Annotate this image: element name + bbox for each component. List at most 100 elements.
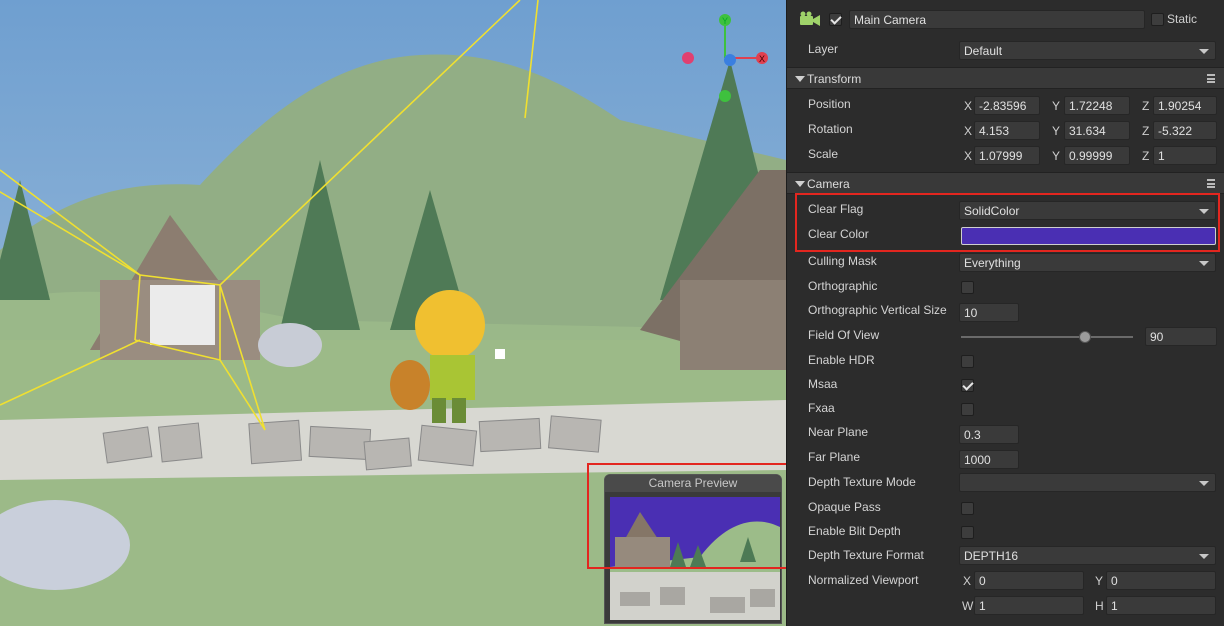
node-header: Main Camera Static: [787, 8, 1224, 32]
chevron-down-icon: [1199, 49, 1209, 54]
camera-title: Camera: [807, 177, 850, 191]
viewport-x-input[interactable]: 0: [974, 571, 1084, 590]
scene-viewport[interactable]: Y X Camera Preview: [0, 0, 786, 626]
scale-x-input[interactable]: 1.07999: [974, 146, 1040, 165]
viewport-label: Normalized Viewport: [808, 573, 919, 587]
position-x-input[interactable]: -2.83596: [974, 96, 1040, 115]
node-enabled-checkbox[interactable]: [829, 13, 842, 26]
culling-mask-value: Everything: [964, 256, 1021, 270]
depth-format-label: Depth Texture Format: [808, 548, 924, 562]
rotation-row: Rotation X 4.153 Y 31.634 Z -5.322: [787, 118, 1224, 142]
clear-flag-row: Clear Flag SolidColor: [787, 198, 1224, 222]
scale-y-input[interactable]: 0.99999: [1064, 146, 1130, 165]
orthographic-checkbox[interactable]: [961, 281, 974, 294]
position-label: Position: [808, 97, 851, 111]
transform-menu-icon[interactable]: [1207, 74, 1215, 83]
depth-format-dropdown[interactable]: DEPTH16: [959, 546, 1216, 565]
node-name-input[interactable]: Main Camera: [849, 10, 1145, 29]
culling-mask-dropdown[interactable]: Everything: [959, 253, 1216, 272]
layer-label: Layer: [808, 42, 839, 56]
chevron-down-icon: [1199, 481, 1209, 486]
opaque-pass-checkbox[interactable]: [961, 502, 974, 515]
position-y-input[interactable]: 1.72248: [1064, 96, 1130, 115]
hdr-row: Enable HDR: [787, 349, 1224, 373]
rotation-y-label: Y: [1052, 124, 1061, 138]
svg-text:Y: Y: [722, 16, 728, 26]
inspector-panel: Main Camera Static Layer Default Transfo…: [786, 0, 1224, 626]
layer-value: Default: [964, 44, 1003, 58]
viewport-h-label: H: [1095, 599, 1104, 613]
culling-mask-label: Culling Mask: [808, 254, 877, 268]
chevron-down-icon: [1199, 209, 1209, 214]
far-plane-input[interactable]: 1000: [959, 450, 1019, 469]
culling-mask-row: Culling Mask Everything: [787, 250, 1224, 274]
static-checkbox[interactable]: [1151, 13, 1164, 26]
hdr-label: Enable HDR: [808, 353, 875, 367]
far-plane-row: Far Plane 1000: [787, 446, 1224, 470]
orthographic-row: Orthographic: [787, 275, 1224, 299]
clear-flag-label: Clear Flag: [808, 202, 864, 216]
viewport-h-input[interactable]: 1: [1106, 596, 1216, 615]
rotation-x-label: X: [964, 124, 973, 138]
position-z-input[interactable]: 1.90254: [1153, 96, 1217, 115]
fov-slider-handle[interactable]: [1078, 331, 1091, 343]
collapse-triangle-icon: [795, 76, 805, 82]
viewport-y-label: Y: [1095, 574, 1104, 588]
fov-label: Field Of View: [808, 328, 880, 342]
fxaa-checkbox[interactable]: [961, 403, 974, 416]
layer-dropdown[interactable]: Default: [959, 41, 1216, 60]
blit-depth-checkbox[interactable]: [961, 526, 974, 539]
camera-section-header[interactable]: Camera: [787, 172, 1224, 194]
msaa-checkbox[interactable]: [961, 379, 974, 392]
fov-slider-track[interactable]: [961, 336, 1133, 338]
clear-color-swatch[interactable]: [961, 227, 1216, 245]
rotation-y-input[interactable]: 31.634: [1064, 121, 1130, 140]
scale-z-label: Z: [1142, 149, 1150, 163]
clear-flag-value: SolidColor: [964, 204, 1020, 218]
viewport-w-input[interactable]: 1: [974, 596, 1084, 615]
clear-color-row: Clear Color: [787, 223, 1224, 247]
viewport-row: Normalized Viewport X 0 Y 0: [787, 569, 1224, 593]
depth-format-value: DEPTH16: [964, 549, 1019, 563]
viewport-size-row: W 1 H 1: [787, 594, 1224, 618]
rotation-x-input[interactable]: 4.153: [974, 121, 1040, 140]
camera-node-icon: [800, 11, 820, 26]
clear-flag-dropdown[interactable]: SolidColor: [959, 201, 1216, 220]
msaa-row: Msaa: [787, 373, 1224, 397]
transform-section-header[interactable]: Transform: [787, 67, 1224, 89]
ortho-size-row: Orthographic Vertical Size 10: [787, 299, 1224, 323]
scale-row: Scale X 1.07999 Y 0.99999 Z 1: [787, 143, 1224, 167]
near-plane-row: Near Plane 0.3: [787, 421, 1224, 445]
opaque-pass-row: Opaque Pass: [787, 496, 1224, 520]
position-x-label: X: [964, 99, 973, 113]
layer-row: Layer Default: [787, 38, 1224, 62]
position-row: Position X -2.83596 Y 1.72248 Z 1.90254: [787, 93, 1224, 117]
scale-x-label: X: [964, 149, 973, 163]
msaa-label: Msaa: [808, 377, 838, 391]
viewport-y-input[interactable]: 0: [1106, 571, 1216, 590]
far-plane-label: Far Plane: [808, 450, 861, 464]
fxaa-label: Fxaa: [808, 401, 835, 415]
depth-mode-dropdown[interactable]: [959, 473, 1216, 492]
near-plane-input[interactable]: 0.3: [959, 425, 1019, 444]
position-z-label: Z: [1142, 99, 1150, 113]
scale-z-input[interactable]: 1: [1153, 146, 1217, 165]
scale-y-label: Y: [1052, 149, 1061, 163]
camera-preview-title: Camera Preview: [605, 475, 781, 492]
hdr-checkbox[interactable]: [961, 355, 974, 368]
fov-input[interactable]: 90: [1145, 327, 1217, 346]
viewport-w-label: W: [962, 599, 974, 613]
rotation-z-label: Z: [1142, 124, 1150, 138]
ortho-size-input[interactable]: 10: [959, 303, 1019, 322]
blit-depth-label: Enable Blit Depth: [808, 524, 901, 538]
static-label: Static: [1167, 12, 1198, 26]
depth-mode-row: Depth Texture Mode: [787, 471, 1224, 495]
near-plane-label: Near Plane: [808, 425, 869, 439]
clear-color-label: Clear Color: [808, 227, 869, 241]
scale-label: Scale: [808, 147, 839, 161]
viewport-x-label: X: [963, 574, 972, 588]
depth-mode-label: Depth Texture Mode: [808, 475, 916, 489]
camera-menu-icon[interactable]: [1207, 179, 1215, 188]
svg-text:X: X: [759, 54, 765, 64]
rotation-z-input[interactable]: -5.322: [1153, 121, 1217, 140]
